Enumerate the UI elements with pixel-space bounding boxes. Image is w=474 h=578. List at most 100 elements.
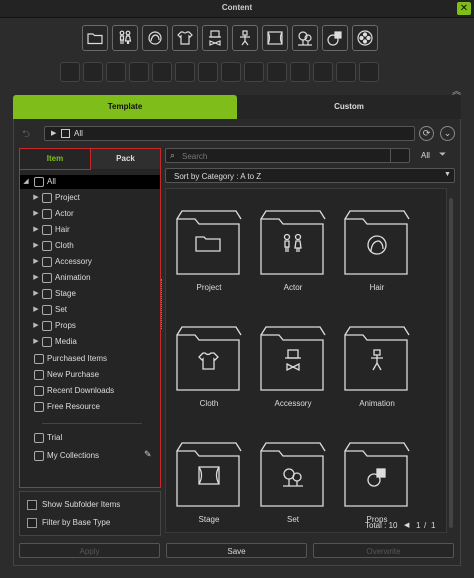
category-hair-button[interactable] [142, 25, 168, 51]
sort-dropdown[interactable]: Sort by Category : A to Z ▼ [165, 168, 455, 183]
grid-item[interactable] [258, 439, 328, 509]
item-grid: Project Actor Hair Cloth Accessory Animation S… [165, 188, 447, 533]
empty-slot[interactable] [175, 62, 195, 82]
grid-item[interactable] [342, 207, 412, 277]
folder-icon [344, 326, 410, 391]
total-count: Total : 10 [365, 521, 398, 530]
category-accessory-button[interactable] [202, 25, 228, 51]
expand-arrow-icon[interactable]: ▶ [32, 207, 40, 221]
empty-slot[interactable] [198, 62, 218, 82]
category-cloth-button[interactable] [172, 25, 198, 51]
scrollbar-thumb[interactable] [449, 198, 453, 528]
grid-item[interactable] [258, 207, 328, 277]
tree-item[interactable]: ▶ Cloth [20, 239, 160, 253]
tree-item[interactable]: Recent Downloads [20, 384, 160, 398]
category-actor-button[interactable] [112, 25, 138, 51]
options-button[interactable]: ⌄ [440, 126, 455, 141]
grid-item-label: Cloth [199, 399, 219, 408]
folder-icon [176, 210, 242, 275]
empty-slot[interactable] [290, 62, 310, 82]
tree-item[interactable]: Trial [20, 431, 160, 445]
tree-item-label: Hair [55, 225, 70, 234]
filter-value[interactable]: All [421, 151, 430, 160]
empty-slot[interactable] [152, 62, 172, 82]
tree-item[interactable]: ▶ Props [20, 319, 160, 333]
tree-item[interactable]: ▶ Set [20, 303, 160, 317]
tree-item-label: Media [55, 337, 77, 346]
tree-item[interactable]: ▶ Animation [20, 271, 160, 285]
tree-item-label: New Purchase [47, 370, 100, 379]
tree-item[interactable]: ▶ Actor [20, 207, 160, 221]
empty-slot[interactable] [267, 62, 287, 82]
tree-item[interactable]: ▶ Accessory [20, 255, 160, 269]
expand-arrow-icon[interactable]: ▶ [32, 287, 40, 301]
category-toolbar [82, 25, 378, 51]
grid-item[interactable] [174, 323, 244, 393]
expand-arrow-icon[interactable]: ▶ [32, 303, 40, 317]
tree-item[interactable]: New Purchase [20, 368, 160, 382]
category-project-button[interactable] [82, 25, 108, 51]
resize-handle[interactable] [161, 279, 164, 329]
empty-slot-row [60, 62, 379, 82]
empty-slot[interactable] [106, 62, 126, 82]
empty-slot[interactable] [221, 62, 241, 82]
tree-item[interactable]: Free Resource [20, 400, 160, 414]
grid-item[interactable] [174, 439, 244, 509]
empty-slot[interactable] [313, 62, 333, 82]
animation-icon [42, 273, 52, 283]
save-button[interactable]: Save [166, 543, 307, 558]
grid-item[interactable] [342, 323, 412, 393]
grid-item[interactable] [174, 207, 244, 277]
filter-icon[interactable]: ⏷ [439, 149, 446, 160]
path-arrow-icon: ▶ [51, 130, 57, 137]
collapse-arrow-icon[interactable]: ◢ [22, 175, 30, 189]
tree-item[interactable]: ▶ Project [20, 191, 160, 205]
expand-arrow-icon[interactable]: ▶ [32, 319, 40, 333]
category-props-button[interactable] [322, 25, 348, 51]
close-button[interactable]: ✕ [457, 2, 471, 15]
scrollbar[interactable] [447, 188, 455, 533]
grid-item-label: Animation [359, 399, 395, 408]
grid-item[interactable] [342, 439, 412, 509]
page-number[interactable]: 1 [416, 521, 420, 530]
path-bar[interactable]: ▶ All [44, 126, 415, 141]
tree-item[interactable]: ◢ All [20, 175, 160, 189]
tab-item[interactable]: Item [20, 149, 91, 170]
empty-slot[interactable] [83, 62, 103, 82]
tree-item[interactable]: ▶ Stage [20, 287, 160, 301]
tree-item[interactable]: Purchased Items [20, 352, 160, 366]
prev-page-icon[interactable]: ◀ [404, 521, 409, 529]
tree-item[interactable]: ▶ Media [20, 335, 160, 349]
tree-item[interactable]: ▶ Hair [20, 223, 160, 237]
show-subfolder-checkbox[interactable] [27, 500, 37, 510]
edit-pencil-icon[interactable]: ✎ [144, 449, 152, 460]
empty-slot[interactable] [129, 62, 149, 82]
expand-arrow-icon[interactable]: ▶ [32, 239, 40, 253]
expand-arrow-icon[interactable]: ▶ [32, 191, 40, 205]
expand-arrow-icon[interactable]: ▶ [32, 271, 40, 285]
expand-arrow-icon[interactable]: ▶ [32, 335, 40, 349]
search-input[interactable]: ⌕ Search [165, 148, 410, 163]
tab-template[interactable]: Template [13, 95, 237, 119]
tab-pack[interactable]: Pack [91, 149, 160, 169]
tab-custom[interactable]: Custom [237, 95, 461, 120]
expand-arrow-icon[interactable]: ▶ [32, 223, 40, 237]
apply-button[interactable]: Apply [19, 543, 160, 558]
category-animation-button[interactable] [232, 25, 258, 51]
empty-slot[interactable] [359, 62, 379, 82]
empty-slot[interactable] [336, 62, 356, 82]
tree-item-label: Recent Downloads [47, 386, 115, 395]
category-set-button[interactable] [292, 25, 318, 51]
expand-arrow-icon[interactable]: ▶ [32, 255, 40, 269]
filter-base-checkbox[interactable] [27, 518, 37, 528]
options-box: Show Subfolder Items Filter by Base Type [19, 491, 161, 536]
grid-item[interactable] [258, 323, 328, 393]
tree-item[interactable]: My Collections [20, 449, 160, 463]
empty-slot[interactable] [60, 62, 80, 82]
refresh-button[interactable]: ⟳ [419, 126, 434, 141]
back-icon[interactable]: ⮌ [22, 127, 30, 144]
category-stage-button[interactable] [262, 25, 288, 51]
overwrite-button[interactable]: Overwrite [313, 543, 454, 558]
category-media-button[interactable] [352, 25, 378, 51]
empty-slot[interactable] [244, 62, 264, 82]
